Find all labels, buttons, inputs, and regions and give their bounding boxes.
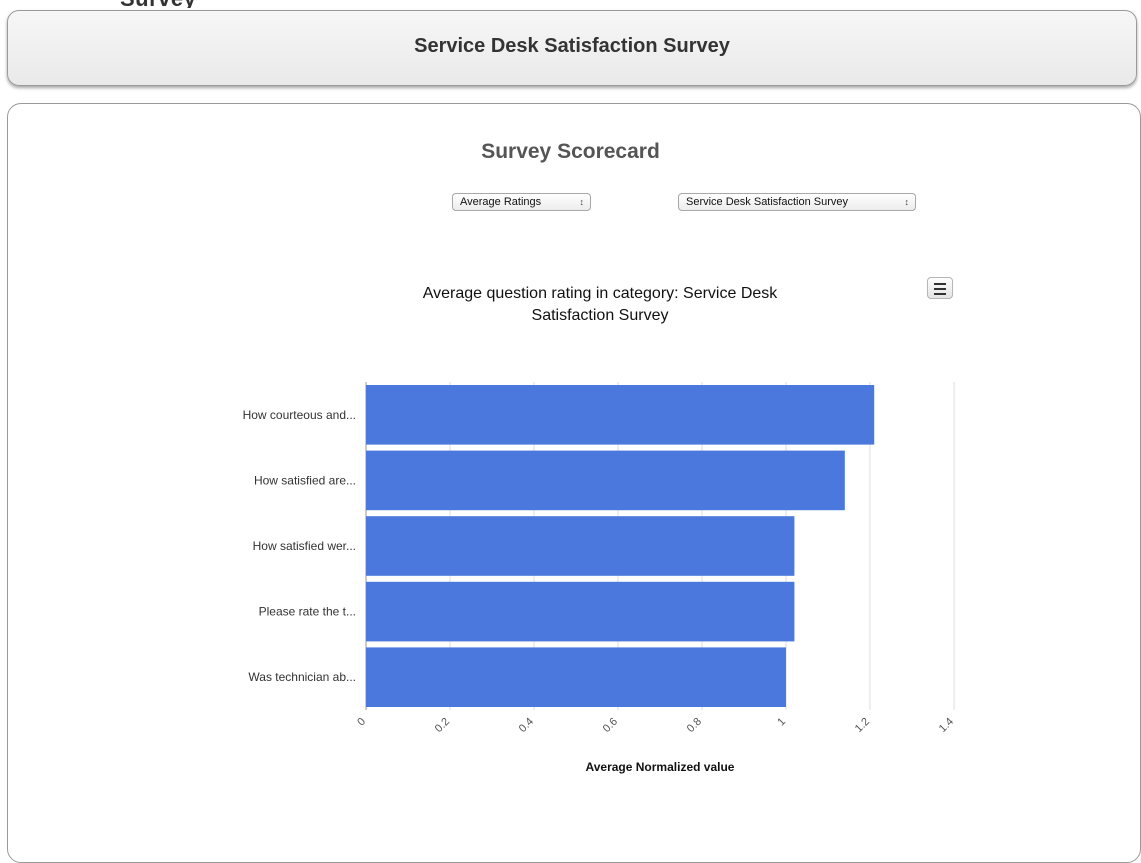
bar-chart: How courteous and... How satisfied are...… (243, 382, 956, 735)
x-tick-label: 1.4 (937, 716, 956, 735)
x-tick-label: 0.4 (517, 716, 536, 735)
category-label: How courteous and... (243, 408, 356, 422)
x-tick-label: 0.8 (685, 716, 704, 735)
bar (366, 647, 786, 707)
x-tick-label: 0.2 (433, 716, 452, 735)
x-tick-label: 1.2 (853, 716, 872, 735)
x-tick-label: 0 (355, 716, 368, 729)
category-label: How satisfied are... (254, 473, 356, 487)
bar (366, 516, 795, 576)
x-axis-title: Average Normalized value (585, 760, 735, 774)
bar (366, 385, 875, 445)
category-label: Was technician ab... (248, 670, 356, 684)
x-tick-label: 1 (775, 716, 788, 729)
bar (366, 450, 845, 511)
x-tick-label: 0.6 (601, 716, 620, 735)
category-label: Please rate the t... (259, 605, 356, 619)
category-label: How satisfied wer... (253, 539, 356, 553)
bar (366, 581, 795, 642)
